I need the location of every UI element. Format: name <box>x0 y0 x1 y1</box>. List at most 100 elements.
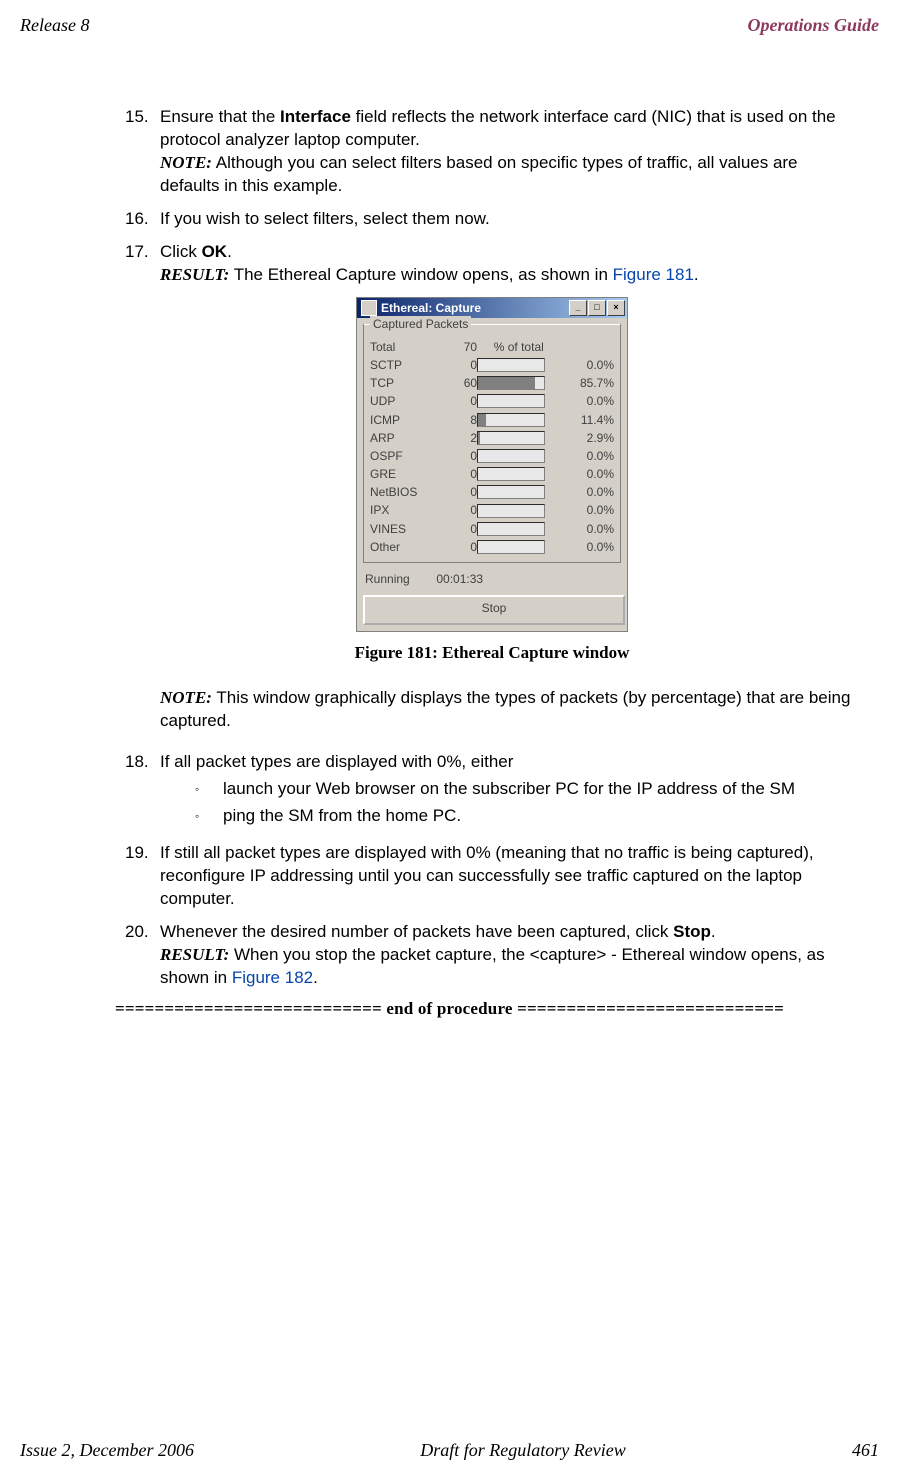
protocol-count: 0 <box>441 538 477 556</box>
page-header: Release 8 Operations Guide <box>20 15 879 36</box>
protocol-bar <box>477 447 560 465</box>
group-title: Captured Packets <box>370 316 471 332</box>
page-footer: Issue 2, December 2006 Draft for Regulat… <box>20 1440 879 1461</box>
text: Ensure that the <box>160 107 280 126</box>
protocol-count: 0 <box>441 447 477 465</box>
window-title: Ethereal: Capture <box>381 300 481 316</box>
footer-draft: Draft for Regulatory Review <box>420 1440 625 1461</box>
ok-label: OK <box>202 242 228 261</box>
protocol-name: OSPF <box>370 447 441 465</box>
protocol-bar <box>477 483 560 501</box>
protocol-bar <box>477 411 560 429</box>
step-body: Whenever the desired number of packets h… <box>160 921 859 990</box>
protocol-name: GRE <box>370 465 441 483</box>
protocol-count: 0 <box>441 465 477 483</box>
app-icon <box>361 300 377 316</box>
protocol-count: 8 <box>441 411 477 429</box>
result-label: RESULT: <box>160 945 229 964</box>
table-row: Total70% of total <box>370 338 614 356</box>
text: . <box>711 922 716 941</box>
minimize-button[interactable]: _ <box>569 300 587 316</box>
step-body: If all packet types are displayed with 0… <box>160 751 859 832</box>
protocol-count: 70 <box>441 338 477 356</box>
step-number: 18. <box>125 751 160 832</box>
end-of-procedure: =========================== end of proce… <box>20 999 879 1019</box>
result-label: RESULT: <box>160 265 229 284</box>
table-row: GRE00.0% <box>370 465 614 483</box>
protocol-pct: 0.0% <box>560 392 614 410</box>
step-15: 15. Ensure that the Interface field refl… <box>125 106 859 198</box>
table-row: Other00.0% <box>370 538 614 556</box>
figure-link-181[interactable]: Figure 181 <box>613 265 694 284</box>
figure-link-182[interactable]: Figure 182 <box>232 968 313 987</box>
step-number: 20. <box>125 921 160 990</box>
protocol-pct: 2.9% <box>560 429 614 447</box>
maximize-button[interactable]: □ <box>588 300 606 316</box>
bullet-icon: ◦ <box>195 778 223 801</box>
text: launch your Web browser on the subscribe… <box>223 778 795 801</box>
protocol-pct: 0.0% <box>560 483 614 501</box>
bullet-icon: ◦ <box>195 805 223 828</box>
protocol-name: SCTP <box>370 356 441 374</box>
close-button[interactable]: × <box>607 300 625 316</box>
protocol-count: 0 <box>441 356 477 374</box>
protocol-name: Total <box>370 338 441 356</box>
protocol-name: VINES <box>370 520 441 538</box>
protocol-name: NetBIOS <box>370 483 441 501</box>
protocol-pct: 11.4% <box>560 411 614 429</box>
protocol-bar <box>477 465 560 483</box>
step-body: Ensure that the Interface field reflects… <box>160 106 859 198</box>
note-text: Although you can select filters based on… <box>160 153 798 195</box>
text: The Ethereal Capture window opens, as sh… <box>229 265 612 284</box>
header-release: Release 8 <box>20 15 89 36</box>
protocol-bar <box>477 538 560 556</box>
ethereal-window: Ethereal: Capture _ □ × Captured Packets… <box>356 297 628 633</box>
protocol-count: 0 <box>441 392 477 410</box>
step-body: Click OK. RESULT: The Ethereal Capture w… <box>160 241 859 287</box>
step-number: 15. <box>125 106 160 198</box>
table-row: SCTP00.0% <box>370 356 614 374</box>
figure-181: Ethereal: Capture _ □ × Captured Packets… <box>125 297 859 666</box>
table-row: OSPF00.0% <box>370 447 614 465</box>
running-time: 00:01:33 <box>436 572 483 586</box>
note-label: NOTE: <box>160 153 212 172</box>
sub-item: ◦ launch your Web browser on the subscri… <box>195 778 859 801</box>
protocol-name: IPX <box>370 501 441 519</box>
header-guide: Operations Guide <box>747 15 879 36</box>
main-content: 15. Ensure that the Interface field refl… <box>125 106 859 989</box>
protocol-bar: % of total <box>477 338 560 356</box>
table-row: VINES00.0% <box>370 520 614 538</box>
protocol-name: UDP <box>370 392 441 410</box>
protocol-bar <box>477 429 560 447</box>
protocol-bar <box>477 356 560 374</box>
text: ping the SM from the home PC. <box>223 805 461 828</box>
step-20: 20. Whenever the desired number of packe… <box>125 921 859 990</box>
text: Whenever the desired number of packets h… <box>160 922 673 941</box>
text: . <box>227 242 232 261</box>
protocol-name: ARP <box>370 429 441 447</box>
interface-label: Interface <box>280 107 351 126</box>
protocol-name: ICMP <box>370 411 441 429</box>
table-row: ICMP8 11.4% <box>370 411 614 429</box>
step-number: 19. <box>125 842 160 911</box>
protocol-name: Other <box>370 538 441 556</box>
step-19: 19. If still all packet types are displa… <box>125 842 859 911</box>
running-row: Running 00:01:33 <box>357 567 627 591</box>
table-row: TCP60 85.7% <box>370 374 614 392</box>
protocol-bar <box>477 520 560 538</box>
protocol-count: 0 <box>441 483 477 501</box>
step-18: 18. If all packet types are displayed wi… <box>125 751 859 832</box>
text: If all packet types are displayed with 0… <box>160 752 513 771</box>
protocol-count: 60 <box>441 374 477 392</box>
stop-button[interactable]: Stop <box>363 595 625 625</box>
step-17: 17. Click OK. RESULT: The Ethereal Captu… <box>125 241 859 287</box>
protocol-bar <box>477 374 560 392</box>
protocol-pct: 85.7% <box>560 374 614 392</box>
protocol-name: TCP <box>370 374 441 392</box>
step-body: If you wish to select filters, select th… <box>160 208 859 231</box>
sub-item: ◦ ping the SM from the home PC. <box>195 805 859 828</box>
text: . <box>694 265 699 284</box>
note-label: NOTE: <box>160 688 212 707</box>
step-body: If still all packet types are displayed … <box>160 842 859 911</box>
note-text: This window graphically displays the typ… <box>160 688 850 730</box>
